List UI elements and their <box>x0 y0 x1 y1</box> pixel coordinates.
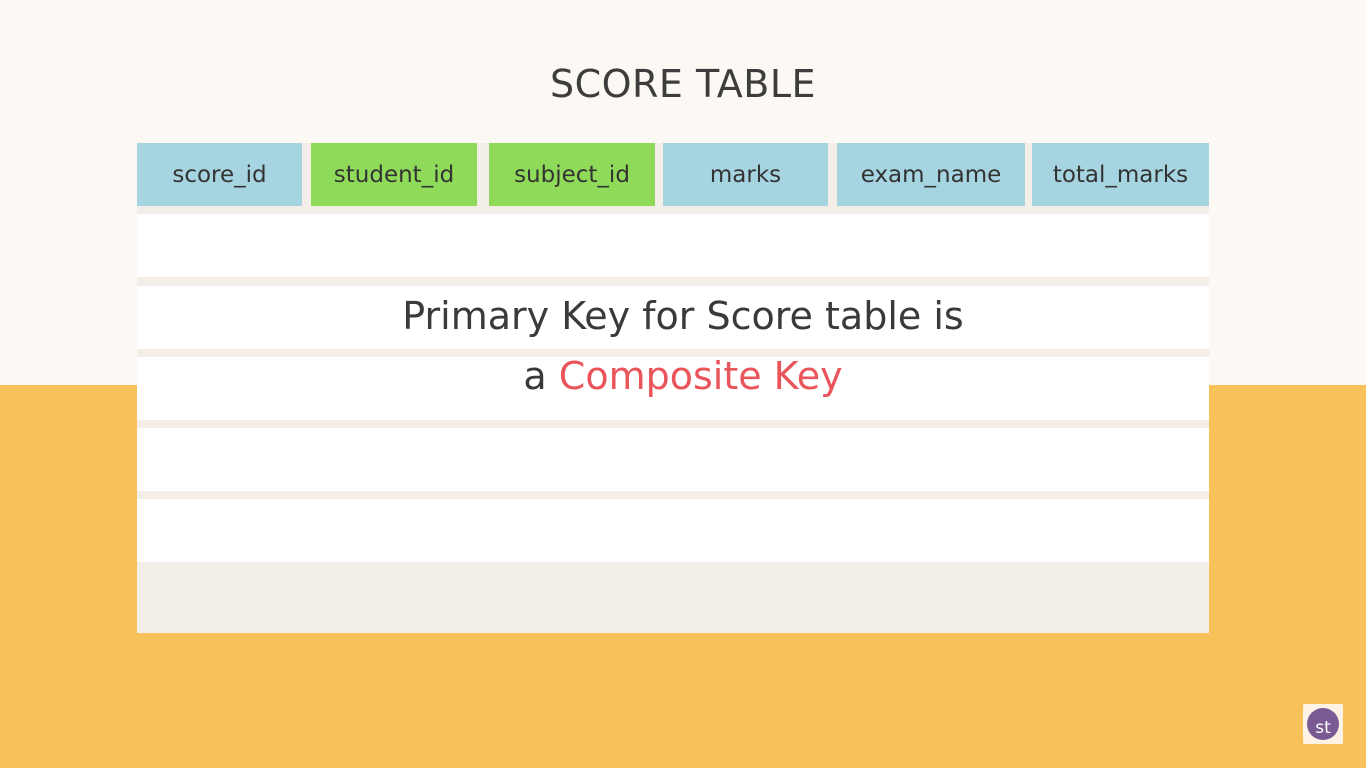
channel-logo: st <box>1303 704 1343 744</box>
column-header-marks: marks <box>663 143 828 206</box>
caption-line-1: Primary Key for Score table is <box>402 294 964 338</box>
logo-circle: st <box>1307 708 1339 740</box>
column-header-score-id: score_id <box>137 143 302 206</box>
composite-key-highlight: Composite Key <box>558 354 843 398</box>
column-header-subject-id: subject_id <box>489 143 655 206</box>
caption-line-2: a Composite Key <box>0 354 1366 398</box>
table-row <box>137 214 1209 277</box>
caption-prefix: a <box>523 354 559 398</box>
table-row <box>137 428 1209 491</box>
column-header-student-id: student_id <box>311 143 477 206</box>
column-header-exam-name: exam_name <box>837 143 1025 206</box>
table-row <box>137 499 1209 562</box>
column-header-total-marks: total_marks <box>1032 143 1209 206</box>
slide-title: SCORE TABLE <box>549 62 817 106</box>
